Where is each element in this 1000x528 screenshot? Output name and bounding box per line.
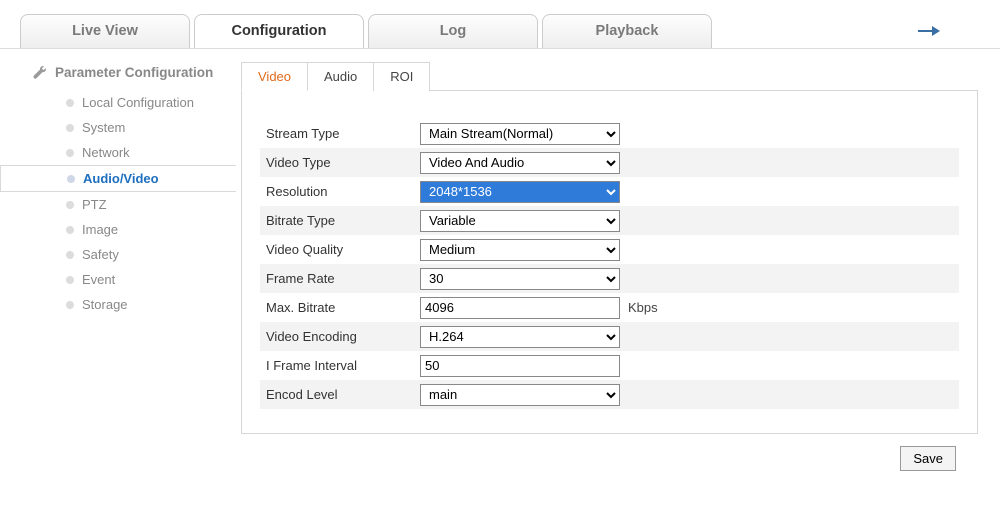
- sidebar-item-label: Safety: [82, 247, 119, 262]
- content: Video Audio ROI Stream Type Main Stream(…: [235, 49, 1000, 471]
- label-bitrate-type: Bitrate Type: [260, 213, 420, 228]
- sidebar-list: Local Configuration System Network Audio…: [0, 90, 235, 317]
- sidebar-item-ptz[interactable]: PTZ: [0, 192, 235, 217]
- subtabs: Video Audio ROI: [241, 61, 978, 91]
- sidebar-item-system[interactable]: System: [0, 115, 235, 140]
- sidebar-item-label: Network: [82, 145, 130, 160]
- sidebar-item-local-configuration[interactable]: Local Configuration: [0, 90, 235, 115]
- tab-playback[interactable]: Playback: [542, 14, 712, 48]
- arrow-right-icon[interactable]: [918, 24, 940, 41]
- sidebar-item-label: Audio/Video: [83, 171, 159, 186]
- label-resolution: Resolution: [260, 184, 420, 199]
- select-frame-rate[interactable]: 30: [420, 268, 620, 290]
- bullet-icon: [66, 276, 74, 284]
- top-tabs: Live View Configuration Log Playback: [0, 0, 1000, 48]
- sidebar-item-label: Local Configuration: [82, 95, 194, 110]
- subtab-roi[interactable]: ROI: [373, 62, 430, 91]
- select-encod-level[interactable]: main: [420, 384, 620, 406]
- sidebar: Parameter Configuration Local Configurat…: [0, 49, 235, 471]
- select-video-encoding[interactable]: H.264: [420, 326, 620, 348]
- row-resolution: Resolution 2048*1536: [260, 177, 959, 206]
- bullet-icon: [66, 251, 74, 259]
- sidebar-item-label: Event: [82, 272, 115, 287]
- row-bitrate-type: Bitrate Type Variable: [260, 206, 959, 235]
- tab-live-view[interactable]: Live View: [20, 14, 190, 48]
- label-video-encoding: Video Encoding: [260, 329, 420, 344]
- input-max-bitrate[interactable]: [420, 297, 620, 319]
- select-stream-type[interactable]: Main Stream(Normal): [420, 123, 620, 145]
- bullet-icon: [66, 301, 74, 309]
- sidebar-item-label: System: [82, 120, 125, 135]
- sidebar-title-label: Parameter Configuration: [55, 65, 213, 80]
- row-i-frame-interval: I Frame Interval: [260, 351, 959, 380]
- row-video-quality: Video Quality Medium: [260, 235, 959, 264]
- video-panel: Stream Type Main Stream(Normal) Video Ty…: [241, 91, 978, 434]
- label-encod-level: Encod Level: [260, 387, 420, 402]
- select-bitrate-type[interactable]: Variable: [420, 210, 620, 232]
- select-video-quality[interactable]: Medium: [420, 239, 620, 261]
- row-stream-type: Stream Type Main Stream(Normal): [260, 119, 959, 148]
- label-frame-rate: Frame Rate: [260, 271, 420, 286]
- select-resolution[interactable]: 2048*1536: [420, 181, 620, 203]
- sidebar-item-label: Storage: [82, 297, 128, 312]
- bullet-icon: [66, 149, 74, 157]
- label-max-bitrate: Max. Bitrate: [260, 300, 420, 315]
- tab-log[interactable]: Log: [368, 14, 538, 48]
- sidebar-item-safety[interactable]: Safety: [0, 242, 235, 267]
- subtab-audio[interactable]: Audio: [307, 62, 374, 91]
- sidebar-item-event[interactable]: Event: [0, 267, 235, 292]
- sidebar-item-audio-video[interactable]: Audio/Video: [0, 165, 236, 192]
- select-video-type[interactable]: Video And Audio: [420, 152, 620, 174]
- row-video-type: Video Type Video And Audio: [260, 148, 959, 177]
- row-max-bitrate: Max. Bitrate Kbps: [260, 293, 959, 322]
- wrench-icon: [32, 65, 47, 80]
- label-video-quality: Video Quality: [260, 242, 420, 257]
- row-encod-level: Encod Level main: [260, 380, 959, 409]
- unit-kbps: Kbps: [628, 300, 658, 315]
- bullet-icon: [67, 175, 75, 183]
- sidebar-title: Parameter Configuration: [0, 61, 235, 90]
- row-frame-rate: Frame Rate 30: [260, 264, 959, 293]
- sidebar-item-storage[interactable]: Storage: [0, 292, 235, 317]
- label-i-frame-interval: I Frame Interval: [260, 358, 420, 373]
- label-video-type: Video Type: [260, 155, 420, 170]
- bullet-icon: [66, 201, 74, 209]
- subtab-video[interactable]: Video: [241, 62, 308, 91]
- input-i-frame-interval[interactable]: [420, 355, 620, 377]
- main-area: Parameter Configuration Local Configurat…: [0, 48, 1000, 471]
- sidebar-item-label: PTZ: [82, 197, 107, 212]
- bullet-icon: [66, 226, 74, 234]
- sidebar-item-image[interactable]: Image: [0, 217, 235, 242]
- sidebar-item-label: Image: [82, 222, 118, 237]
- bullet-icon: [66, 124, 74, 132]
- save-button[interactable]: Save: [900, 446, 956, 471]
- save-row: Save: [241, 434, 978, 471]
- tab-configuration[interactable]: Configuration: [194, 14, 364, 48]
- row-video-encoding: Video Encoding H.264: [260, 322, 959, 351]
- sidebar-item-network[interactable]: Network: [0, 140, 235, 165]
- bullet-icon: [66, 99, 74, 107]
- label-stream-type: Stream Type: [260, 126, 420, 141]
